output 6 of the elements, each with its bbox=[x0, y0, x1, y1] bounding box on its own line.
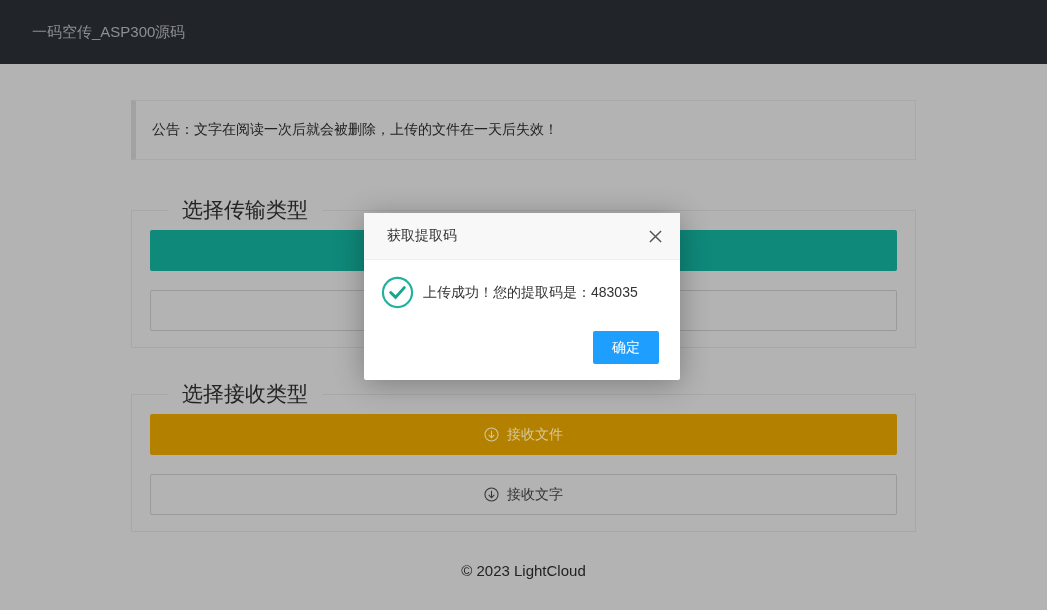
notice-text: 公告：文字在阅读一次后就会被删除，上传的文件在一天后失效！ bbox=[152, 121, 558, 139]
dialog-title: 获取提取码 bbox=[387, 227, 457, 245]
section-legend: 选择接收类型 bbox=[168, 380, 322, 408]
dialog-message: 上传成功！您的提取码是：483035 bbox=[423, 283, 638, 302]
section-legend: 选择传输类型 bbox=[168, 196, 322, 224]
footer-text: © 2023 LightCloud bbox=[460, 562, 587, 579]
